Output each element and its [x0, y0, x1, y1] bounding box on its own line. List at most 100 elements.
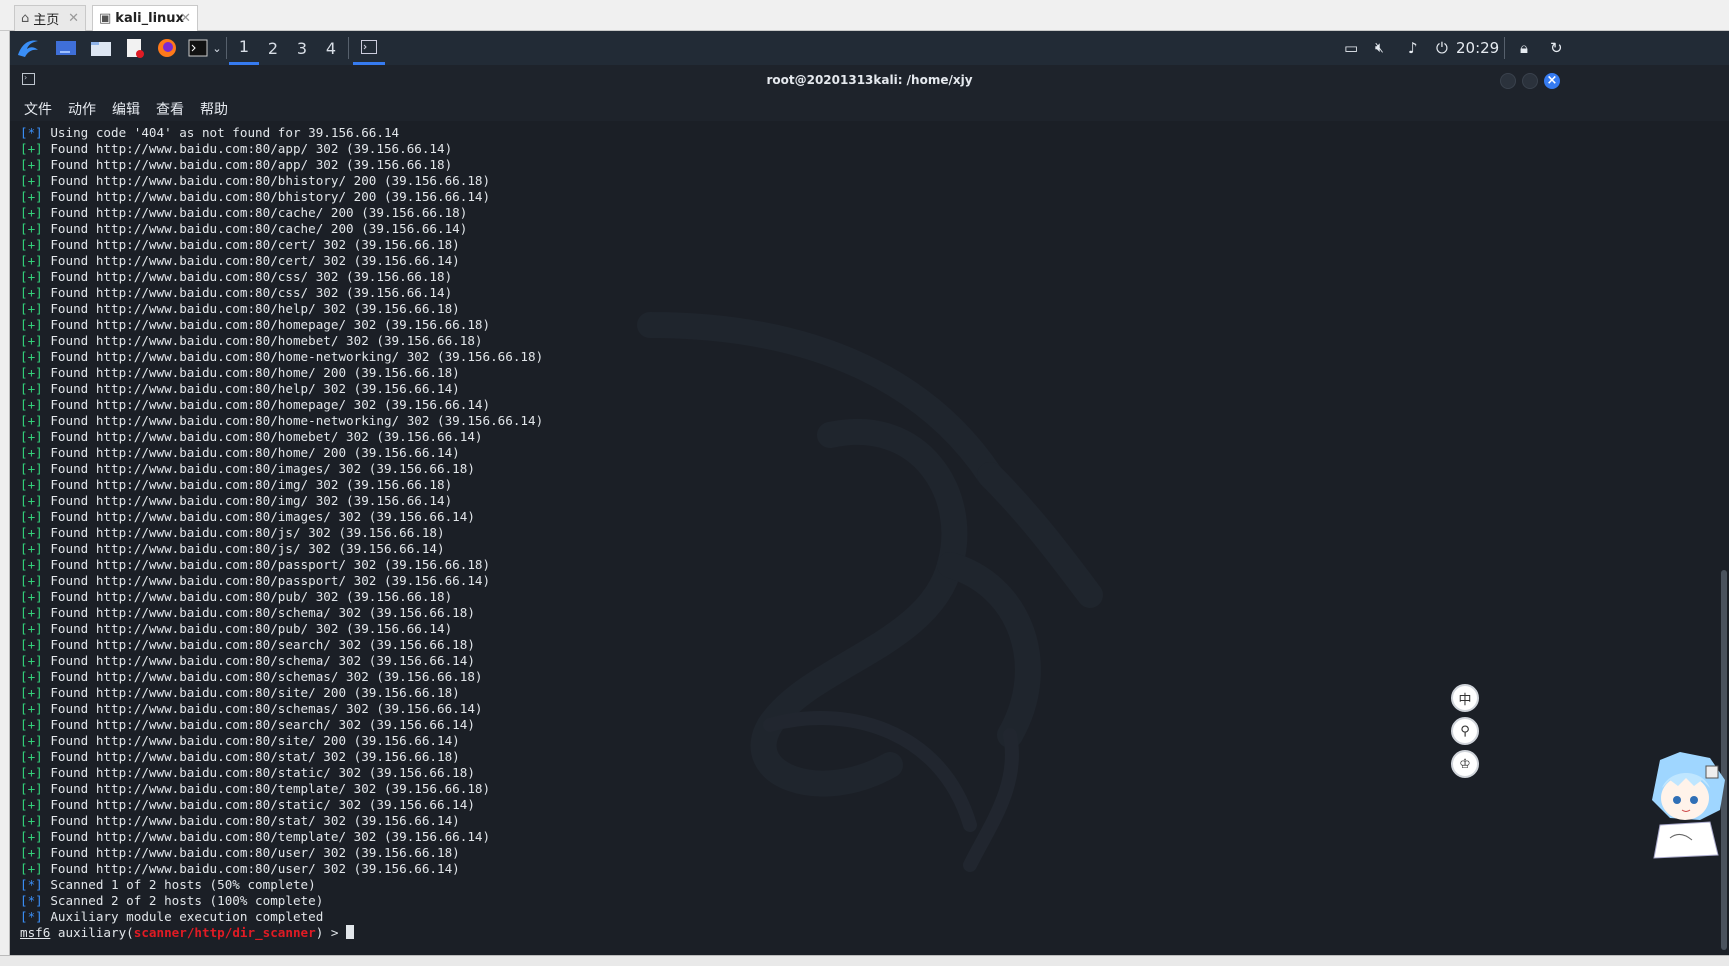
terminal-line: [+] Found http://www.baidu.com:80/site/ …	[20, 685, 1680, 701]
terminal-line: [+] Found http://www.baidu.com:80/static…	[20, 765, 1680, 781]
bell-icon[interactable]: ♪	[1408, 31, 1418, 65]
status-tag: [+]	[20, 301, 43, 316]
lock-icon[interactable]: 🔒︎	[1520, 31, 1528, 65]
taskbar-terminal-window[interactable]	[353, 31, 385, 65]
terminal-line: [*] Auxiliary module execution completed	[20, 909, 1680, 925]
terminal-line: [+] Found http://www.baidu.com:80/homebe…	[20, 429, 1680, 445]
line-text: Found http://www.baidu.com:80/search/ 30…	[42, 637, 475, 652]
window-titlebar[interactable]: › root@20201313kali: /home/xjy ×	[10, 65, 1729, 95]
terminal-line: [+] Found http://www.baidu.com:80/cert/ …	[20, 253, 1680, 269]
vm-tab-home[interactable]: ⌂ 主页 ✕	[14, 5, 86, 31]
workspace-3[interactable]: 3	[287, 31, 317, 65]
terminal-window: › root@20201313kali: /home/xjy × 文件 动作 编…	[10, 65, 1729, 955]
status-tag: [+]	[20, 221, 43, 236]
file-manager-icon[interactable]	[89, 36, 113, 60]
line-text: Found http://www.baidu.com:80/stat/ 302 …	[42, 749, 460, 764]
workspace-1[interactable]: 1	[229, 31, 259, 65]
line-text: Using code '404' as not found for 39.156…	[42, 125, 400, 140]
vm-tab-kali[interactable]: ▣ kali_linux ✕	[92, 5, 198, 31]
status-tag: [+]	[20, 685, 43, 700]
line-text: Found http://www.baidu.com:80/homebet/ 3…	[42, 333, 483, 348]
close-icon[interactable]: ✕	[180, 11, 191, 26]
line-text: Found http://www.baidu.com:80/homebet/ 3…	[42, 429, 483, 444]
vm-icon: ▣	[99, 11, 112, 26]
text-editor-icon[interactable]	[123, 36, 147, 60]
minimize-button[interactable]	[1500, 73, 1516, 89]
menu-view[interactable]: 查看	[156, 99, 184, 119]
terminal-line: [+] Found http://www.baidu.com:80/user/ …	[20, 845, 1680, 861]
line-text: Found http://www.baidu.com:80/site/ 200 …	[42, 685, 460, 700]
terminal-line: [+] Found http://www.baidu.com:80/schema…	[20, 653, 1680, 669]
terminal-line: [+] Found http://www.baidu.com:80/home/ …	[20, 445, 1680, 461]
logout-icon[interactable]: ↻	[1550, 31, 1563, 65]
status-tag: [+]	[20, 589, 43, 604]
line-text: Found http://www.baidu.com:80/js/ 302 (3…	[42, 525, 445, 540]
line-text: Found http://www.baidu.com:80/stat/ 302 …	[42, 813, 460, 828]
status-tag: [+]	[20, 349, 43, 364]
status-tag: [+]	[20, 157, 43, 172]
terminal-line: [+] Found http://www.baidu.com:80/help/ …	[20, 381, 1680, 397]
status-tag: [+]	[20, 621, 43, 636]
home-icon: ⌂	[21, 11, 30, 26]
line-text: Found http://www.baidu.com:80/site/ 200 …	[42, 733, 460, 748]
workspace-2[interactable]: 2	[258, 31, 288, 65]
line-text: Found http://www.baidu.com:80/schemas/ 3…	[42, 701, 483, 716]
menu-actions[interactable]: 动作	[68, 99, 96, 119]
terminal-line: [+] Found http://www.baidu.com:80/css/ 3…	[20, 285, 1680, 301]
terminal-line: [+] Found http://www.baidu.com:80/templa…	[20, 781, 1680, 797]
terminal-line: [+] Found http://www.baidu.com:80/cert/ …	[20, 237, 1680, 253]
clock[interactable]: 20:29	[1456, 31, 1499, 65]
workspace-4[interactable]: 4	[316, 31, 346, 65]
close-icon[interactable]: ✕	[68, 11, 79, 26]
command-prompt[interactable]: msf6 auxiliary(scanner/http/dir_scanner)…	[20, 925, 1680, 941]
status-tag: [+]	[20, 493, 43, 508]
panel-separator	[226, 37, 227, 59]
chevron-down-icon[interactable]: ⌄	[210, 36, 224, 60]
line-text: Found http://www.baidu.com:80/template/ …	[42, 829, 491, 844]
status-tag: [+]	[20, 749, 43, 764]
terminal-launcher-icon[interactable]	[186, 36, 210, 60]
show-desktop-icon[interactable]	[54, 36, 78, 60]
line-text: Scanned 2 of 2 hosts (100% complete)	[42, 893, 324, 908]
line-text: Found http://www.baidu.com:80/bhistory/ …	[42, 173, 491, 188]
close-button[interactable]: ×	[1544, 73, 1560, 89]
terminal-line: [+] Found http://www.baidu.com:80/img/ 3…	[20, 477, 1680, 493]
terminal-line: [+] Found http://www.baidu.com:80/pub/ 3…	[20, 589, 1680, 605]
firefox-icon[interactable]	[155, 36, 179, 60]
vm-status-strip	[0, 955, 1729, 966]
line-text: Found http://www.baidu.com:80/cert/ 302 …	[42, 253, 460, 268]
line-text: Found http://www.baidu.com:80/css/ 302 (…	[42, 269, 453, 284]
status-tag: [+]	[20, 173, 43, 188]
line-text: Found http://www.baidu.com:80/app/ 302 (…	[42, 157, 453, 172]
status-tag: [+]	[20, 525, 43, 540]
status-tag: [+]	[20, 237, 43, 252]
terminal-output[interactable]: [*] Using code '404' as not found for 39…	[20, 125, 1680, 941]
maximize-button[interactable]	[1522, 73, 1538, 89]
status-tag: [+]	[20, 765, 43, 780]
display-icon[interactable]: ▭	[1344, 31, 1358, 65]
status-tag: [+]	[20, 605, 43, 620]
menu-help[interactable]: 帮助	[200, 99, 228, 119]
terminal-line: [+] Found http://www.baidu.com:80/search…	[20, 717, 1680, 733]
terminal-line: [+] Found http://www.baidu.com:80/images…	[20, 461, 1680, 477]
terminal-line: [+] Found http://www.baidu.com:80/passpo…	[20, 573, 1680, 589]
speaker-muted-icon[interactable]: 🔇︎	[1375, 31, 1384, 65]
prompt-msf-label: msf6	[20, 925, 51, 940]
anime-mascot-image[interactable]	[1640, 750, 1729, 860]
line-text: Found http://www.baidu.com:80/home-netwo…	[42, 349, 544, 364]
menu-file[interactable]: 文件	[24, 99, 52, 119]
line-text: Found http://www.baidu.com:80/images/ 30…	[42, 509, 475, 524]
power-manager-icon[interactable]: ⏻	[1436, 31, 1448, 65]
status-tag: [+]	[20, 381, 43, 396]
status-tag: [+]	[20, 477, 43, 492]
terminal-line: [*] Using code '404' as not found for 39…	[20, 125, 1680, 141]
kali-menu-icon[interactable]	[14, 36, 42, 60]
palette-icon[interactable]: ⚲	[1451, 717, 1479, 745]
outfit-icon[interactable]: ♔	[1451, 750, 1479, 778]
terminal-line: [+] Found http://www.baidu.com:80/schema…	[20, 701, 1680, 717]
terminal-line: [+] Found http://www.baidu.com:80/images…	[20, 509, 1680, 525]
menu-edit[interactable]: 编辑	[112, 99, 140, 119]
language-icon[interactable]: 中	[1451, 684, 1479, 712]
status-tag: [*]	[20, 877, 43, 892]
line-text: Found http://www.baidu.com:80/cache/ 200…	[42, 205, 468, 220]
